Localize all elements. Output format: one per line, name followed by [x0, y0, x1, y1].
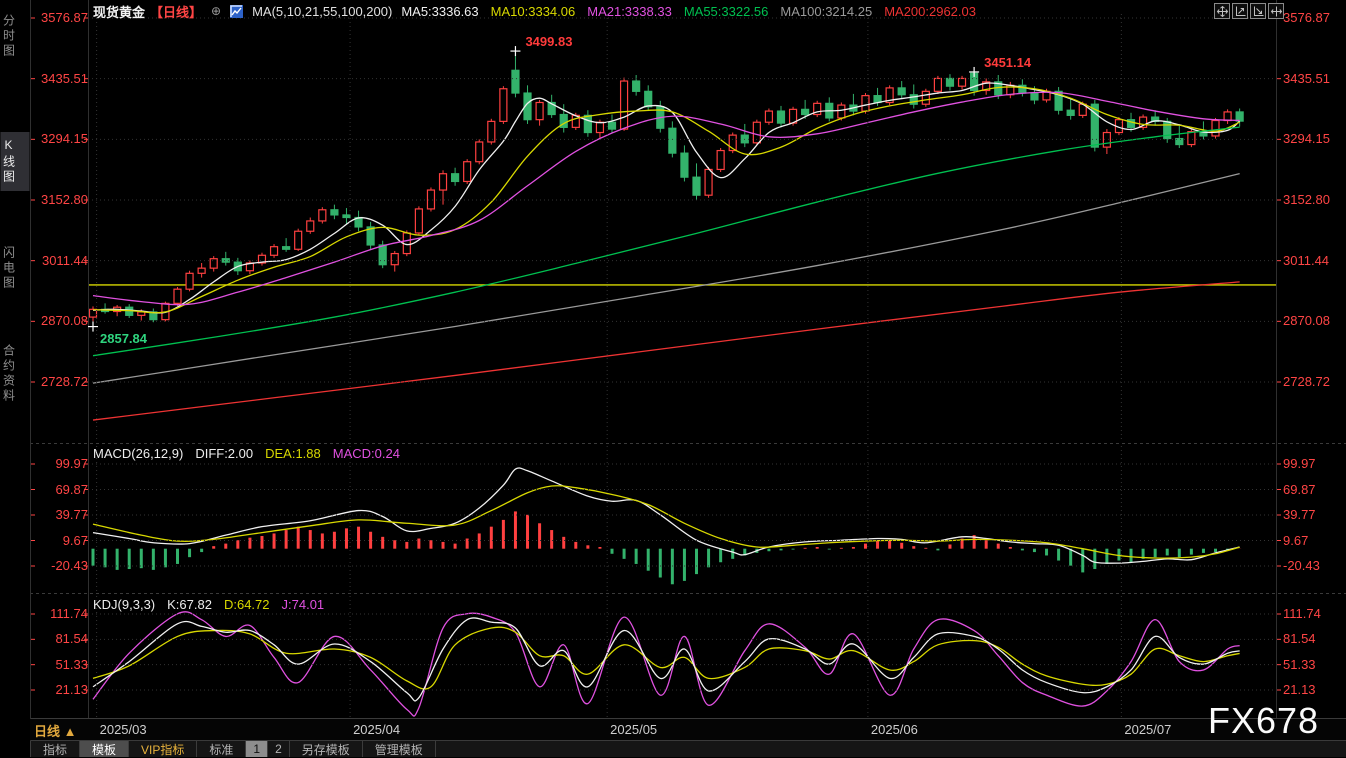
- kdj-value: K:67.82: [167, 597, 212, 612]
- kdj-axis-label-left: 81.54: [36, 631, 88, 647]
- price-axis-label-right: 2870.08: [1283, 313, 1330, 329]
- ma-value: MA10:3334.06: [491, 4, 576, 19]
- kdj-value: D:64.72: [224, 597, 270, 612]
- price-axis-label-left: 3435.51: [36, 71, 88, 87]
- axis-expand-icon[interactable]: [1268, 3, 1284, 19]
- compare-add-icon[interactable]: ⊕: [211, 4, 221, 18]
- kdj-axis-label-left: 111.74: [36, 606, 88, 622]
- chart-canvas[interactable]: [0, 0, 1346, 757]
- bottom-tab-指标[interactable]: 指标: [30, 741, 80, 757]
- price-axis-label-right: 2728.72: [1283, 374, 1330, 390]
- chart-toolbar: [1214, 3, 1284, 19]
- ma-value: MA21:3338.33: [587, 4, 672, 19]
- kdj-axis-label-right: 111.74: [1283, 606, 1321, 622]
- macd-value: DIFF:2.00: [195, 446, 253, 461]
- axis-scale-up-icon[interactable]: [1232, 3, 1248, 19]
- macd-axis-label-right: 39.77: [1283, 507, 1316, 523]
- ma-settings[interactable]: MA(5,10,21,55,100,200): [252, 4, 392, 19]
- price-annotation: 3451.14: [984, 55, 1031, 70]
- price-axis-label-left: 3152.80: [36, 192, 88, 208]
- price-axis-label-right: 3152.80: [1283, 192, 1330, 208]
- corner-spacer: [0, 719, 30, 757]
- price-axis-label-right: 3294.15: [1283, 131, 1330, 147]
- macd-axis-label-right: 99.97: [1283, 456, 1316, 472]
- price-annotation: 2857.84: [100, 331, 147, 346]
- macd-axis-label-left: 99.97: [36, 456, 88, 472]
- price-axis-label-left: 2728.72: [36, 374, 88, 390]
- bottom-tab-2[interactable]: 2: [268, 741, 290, 757]
- sidebar-item-2[interactable]: K线图: [1, 132, 30, 191]
- kdj-value: J:74.01: [282, 597, 325, 612]
- price-axis-label-left: 2870.08: [36, 313, 88, 329]
- bottom-tab-1[interactable]: 1: [246, 741, 268, 757]
- bottom-tab-bar: 指标模板VIP指标标准12另存模板管理模板: [30, 741, 1346, 757]
- month-label: 2025/05: [610, 722, 657, 737]
- chart-header: 现货黄金【日线】 ⊕ MA(5,10,21,55,100,200) MA5:33…: [93, 3, 976, 19]
- month-label: 2025/06: [871, 722, 918, 737]
- macd-value: DEA:1.88: [265, 446, 321, 461]
- kdj-axis-label-right: 81.54: [1283, 631, 1316, 647]
- fx678-watermark: FX678: [1208, 700, 1319, 742]
- kdj-axis-label-right: 51.33: [1283, 657, 1316, 673]
- kdj-axis-label-left: 21.13: [36, 682, 88, 698]
- time-axis-row: 日线 ▲ 2025/03 2025/04 2025/05 2025/06 2025/07: [0, 719, 1346, 740]
- macd-axis-label-left: 69.87: [36, 482, 88, 498]
- period-label: 【日线】: [150, 2, 202, 21]
- macd-axis-label-right: 9.67: [1283, 533, 1308, 549]
- ma-value: MA5:3336.63: [401, 4, 478, 19]
- left-sidebar: 分时图 K线图闪电图合约资料: [0, 0, 30, 757]
- ma-value: MA55:3322.56: [684, 4, 769, 19]
- sidebar-item-3[interactable]: 闪电图: [1, 240, 30, 297]
- bottom-tab-模板[interactable]: 模板: [80, 741, 129, 757]
- month-label: 2025/07: [1124, 722, 1171, 737]
- month-label: 2025/03: [100, 722, 147, 737]
- price-axis-label-left: 3294.15: [36, 131, 88, 147]
- macd-axis-label-left: 39.77: [36, 507, 88, 523]
- price-axis-label-right: 3576.87: [1283, 10, 1330, 26]
- macd-values: DIFF:2.00 DEA:1.88 MACD:0.24: [195, 446, 400, 461]
- macd-axis-label-right: -20.43: [1283, 558, 1320, 574]
- price-axis-label-right: 3435.51: [1283, 71, 1330, 87]
- macd-axis-label-left: 9.67: [36, 533, 88, 549]
- ma-values: MA5:3336.63 MA10:3334.06 MA21:3338.33 MA55:…: [401, 4, 976, 19]
- macd-axis-label-right: 69.87: [1283, 482, 1316, 498]
- kdj-header: KDJ(9,3,3) K:67.82 D:64.72 J:74.01: [93, 597, 324, 612]
- bottom-tab-管理模板[interactable]: 管理模板: [363, 741, 436, 757]
- price-axis-label-left: 3011.44: [36, 253, 88, 269]
- pan-icon[interactable]: [1214, 3, 1230, 19]
- kdj-values: K:67.82 D:64.72 J:74.01: [167, 597, 324, 612]
- bottom-tab-VIP指标[interactable]: VIP指标: [129, 741, 197, 757]
- kdj-title[interactable]: KDJ(9,3,3): [93, 597, 155, 612]
- macd-value: MACD:0.24: [333, 446, 400, 461]
- sidebar-item-1[interactable]: 分时图: [1, 8, 30, 65]
- dropdown-arrow-icon: ▲: [64, 724, 77, 739]
- price-axis-label-right: 3011.44: [1283, 253, 1329, 269]
- period-dropdown-button[interactable]: 日线 ▲: [34, 721, 77, 740]
- axis-scale-down-icon[interactable]: [1250, 3, 1266, 19]
- macd-title[interactable]: MACD(26,12,9): [93, 446, 183, 461]
- ma-value: MA100:3214.25: [780, 4, 872, 19]
- month-label: 2025/04: [353, 722, 400, 737]
- sidebar-item-4[interactable]: 合约资料: [1, 338, 30, 410]
- ma-value: MA200:2962.03: [884, 4, 976, 19]
- price-annotation: 3499.83: [525, 34, 572, 49]
- macd-header: MACD(26,12,9) DIFF:2.00 DEA:1.88 MACD:0.24: [93, 446, 400, 461]
- bottom-tab-另存模板[interactable]: 另存模板: [290, 741, 363, 757]
- symbol-name: 现货黄金: [93, 2, 145, 21]
- price-axis-label-left: 3576.87: [36, 10, 88, 26]
- kdj-axis-label-left: 51.33: [36, 657, 88, 673]
- bottom-tab-标准[interactable]: 标准: [197, 741, 246, 757]
- chart-style-icon[interactable]: [230, 5, 243, 18]
- macd-axis-label-left: -20.43: [36, 558, 88, 574]
- kdj-axis-label-right: 21.13: [1283, 682, 1316, 698]
